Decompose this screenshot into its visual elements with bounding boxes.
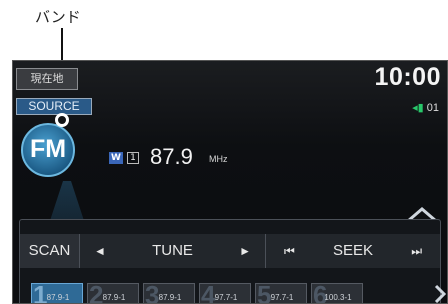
- preset-button[interactable]: 4 97.7-1: [199, 280, 251, 303]
- signal-indicator: ◂▮ 01: [412, 101, 439, 114]
- band-indicator[interactable]: FM: [21, 123, 75, 181]
- band-label: FM: [29, 135, 67, 163]
- source-button[interactable]: SOURCE: [16, 98, 92, 115]
- preset-value: 87.9-1: [102, 293, 126, 302]
- preset-button[interactable]: 3 87.9-1: [143, 280, 195, 303]
- preset-bar: 1 87.9-1 2 87.9-1 3 87.9-1 4 97.7-1 5 97…: [31, 280, 431, 303]
- preset-value: 87.9-1: [46, 293, 70, 302]
- seek-label: SEEK: [332, 242, 374, 259]
- preset-number-badge: 1: [127, 152, 139, 164]
- preset-next-icon[interactable]: [433, 283, 447, 303]
- seek-forward-icon[interactable]: ⏭: [411, 234, 422, 268]
- tune-down-icon[interactable]: ◄: [94, 234, 106, 268]
- preset-value: 97.7-1: [214, 293, 238, 302]
- scan-button[interactable]: SCAN: [20, 234, 80, 268]
- clock: 10:00: [374, 63, 441, 91]
- seek-back-icon[interactable]: ⏮: [284, 234, 295, 268]
- audio-screen: 現在地 10:00 SOURCE ◂▮ 01 FM W 1 87.9 MHz S…: [12, 60, 448, 304]
- preset-value: 97.7-1: [270, 293, 294, 302]
- rds-icon: W: [109, 152, 123, 164]
- preset-button[interactable]: 1 87.9-1: [31, 280, 83, 303]
- callout-pointer: [55, 113, 69, 127]
- seek-control: ⏮ SEEK ⏭: [266, 234, 440, 268]
- frequency-display: 87.9: [150, 144, 193, 169]
- band-callout-label: バンド: [35, 8, 81, 26]
- signal-channel: 01: [426, 102, 439, 114]
- current-location-button[interactable]: 現在地: [16, 68, 78, 90]
- preset-button[interactable]: 6 100.3-1: [311, 280, 363, 303]
- preset-value: 87.9-1: [158, 293, 182, 302]
- tune-label: TUNE: [152, 242, 193, 259]
- signal-icon: ◂▮: [412, 102, 424, 114]
- preset-value: 100.3-1: [324, 293, 352, 302]
- tune-up-icon[interactable]: ►: [239, 234, 251, 268]
- preset-button[interactable]: 2 87.9-1: [87, 280, 139, 303]
- frequency-unit: MHz: [209, 154, 228, 164]
- tune-control: ◄ TUNE ►: [80, 234, 266, 268]
- preset-button[interactable]: 5 97.7-1: [255, 280, 307, 303]
